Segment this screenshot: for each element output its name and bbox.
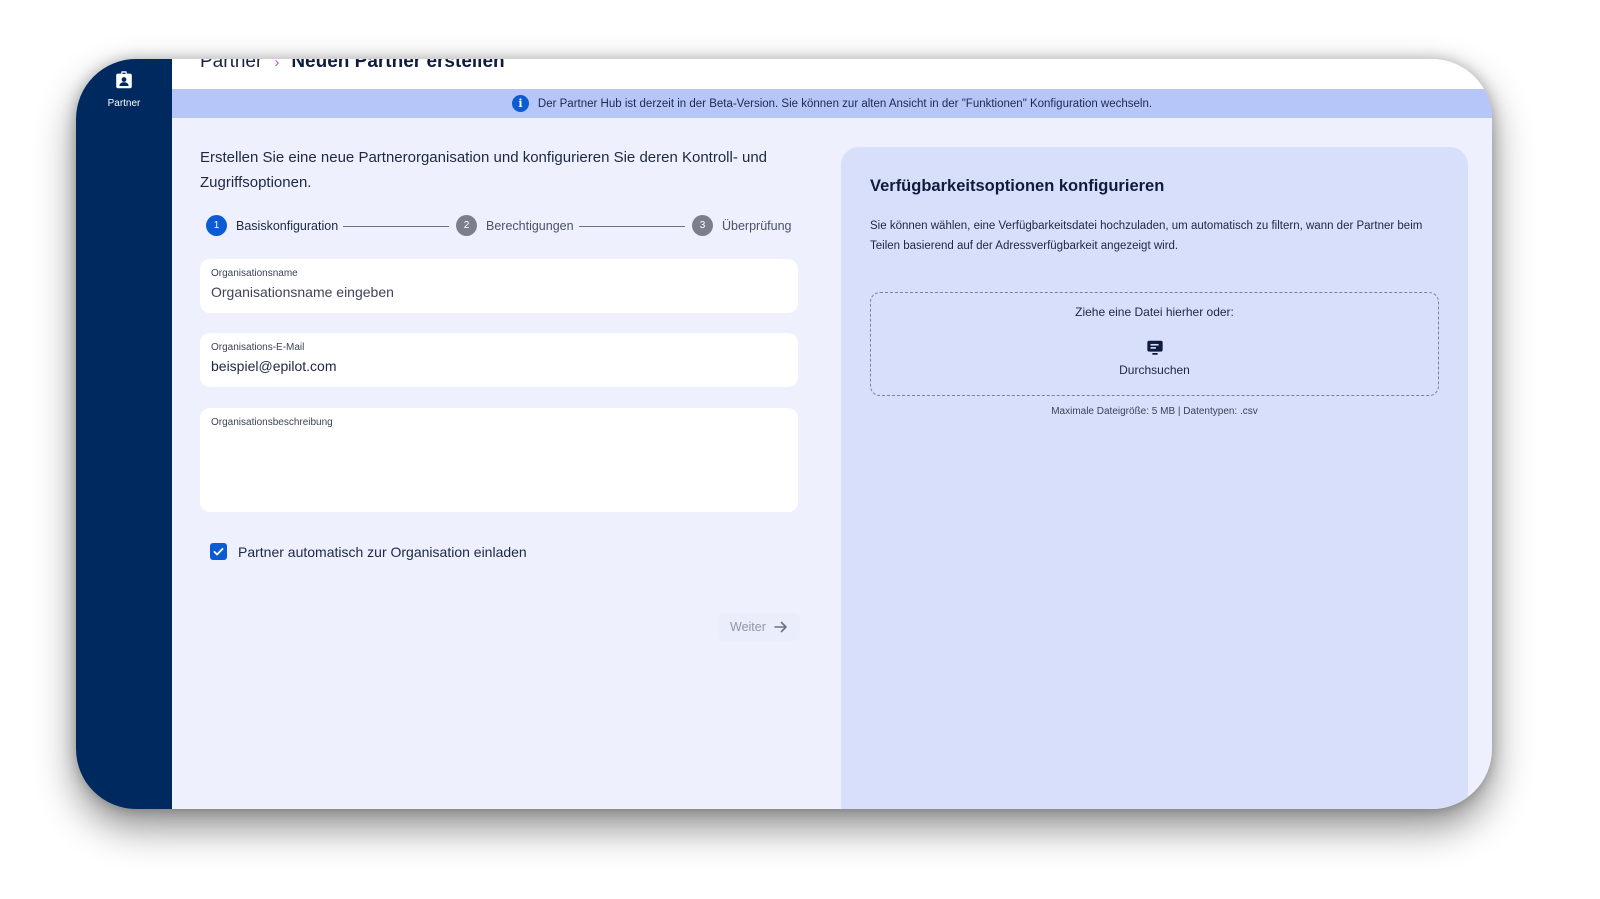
- header: Partner › Neuen Partner erstellen: [172, 59, 1492, 89]
- form-intro: Erstellen Sie eine neue Partnerorganisat…: [200, 149, 768, 191]
- banner-text: Der Partner Hub ist derzeit in der Beta-…: [537, 97, 1153, 110]
- sidebar-item-partner[interactable]: Partner: [107, 69, 141, 109]
- org-name-field[interactable]: Organisationsname: [200, 259, 798, 313]
- browse-label: Durchsuchen: [1119, 363, 1190, 377]
- create-partner-form: Erstellen Sie eine neue Partnerorganisat…: [200, 145, 800, 641]
- step-berechtigungen[interactable]: 2 Berechtigungen: [456, 215, 574, 236]
- chevron-right-icon: ›: [274, 59, 280, 71]
- partner-badge-icon: [116, 71, 132, 89]
- org-name-label: Organisationsname: [211, 268, 298, 279]
- availability-title: Verfügbarkeitsoptionen konfigurieren: [870, 177, 1165, 195]
- org-email-label: Organisations-E-Mail: [211, 342, 305, 353]
- invite-checkbox-row[interactable]: Partner automatisch zur Organisation ein…: [210, 543, 798, 560]
- invite-checkbox[interactable]: [210, 543, 227, 560]
- org-email-field[interactable]: Organisations-E-Mail: [200, 333, 798, 387]
- browse-button[interactable]: Durchsuchen: [1119, 339, 1190, 377]
- arrow-right-icon: [774, 621, 787, 633]
- breadcrumb: Partner › Neuen Partner erstellen: [200, 59, 505, 73]
- invite-checkbox-label: Partner automatisch zur Organisation ein…: [238, 543, 527, 560]
- dropzone-text: Ziehe eine Datei hierher oder:: [1075, 305, 1234, 319]
- availability-panel: Verfügbarkeitsoptionen konfigurieren Sie…: [841, 147, 1468, 809]
- file-dropzone[interactable]: Ziehe eine Datei hierher oder: Durchsuch…: [870, 292, 1439, 396]
- org-name-input[interactable]: [211, 284, 787, 300]
- info-icon: i: [511, 95, 529, 112]
- org-email-input[interactable]: [211, 358, 787, 374]
- step-label: Überprüfung: [722, 218, 792, 233]
- main-content: Partner › Neuen Partner erstellen i Der …: [172, 59, 1492, 809]
- next-button[interactable]: Weiter: [718, 613, 800, 641]
- step-number: 2: [456, 215, 477, 236]
- step-number: 3: [692, 215, 713, 236]
- sidebar: Partner: [76, 59, 172, 809]
- checkmark-icon: [213, 548, 224, 556]
- stepper: 1 Basiskonfiguration 2 Berechtigungen 3 …: [200, 215, 798, 239]
- org-description-textarea[interactable]: [211, 433, 787, 495]
- step-basiskonfiguration[interactable]: 1 Basiskonfiguration: [206, 215, 338, 236]
- step-label: Basiskonfiguration: [236, 218, 339, 233]
- beta-banner: i Der Partner Hub ist derzeit in der Bet…: [172, 89, 1492, 118]
- browse-monitor-icon: [1146, 340, 1163, 355]
- org-description-label: Organisationsbeschreibung: [211, 417, 333, 428]
- step-ueberpruefung[interactable]: 3 Überprüfung: [692, 215, 792, 236]
- availability-description: Sie können wählen, eine Verfügbarkeitsda…: [870, 220, 1423, 252]
- page-title: Neuen Partner erstellen: [291, 59, 505, 72]
- sidebar-item-label: Partner: [107, 98, 141, 109]
- breadcrumb-parent-link[interactable]: Partner: [200, 59, 262, 73]
- step-label: Berechtigungen: [486, 218, 574, 233]
- org-description-field[interactable]: Organisationsbeschreibung: [200, 408, 798, 512]
- next-button-label: Weiter: [730, 620, 766, 634]
- step-connector: [579, 226, 685, 227]
- app-window: Partner Partner › Neuen Partner erstelle…: [76, 59, 1492, 809]
- step-connector: [343, 226, 449, 227]
- upload-hint: Maximale Dateigröße: 5 MB | Datentypen: …: [1051, 406, 1258, 417]
- step-number: 1: [206, 215, 227, 236]
